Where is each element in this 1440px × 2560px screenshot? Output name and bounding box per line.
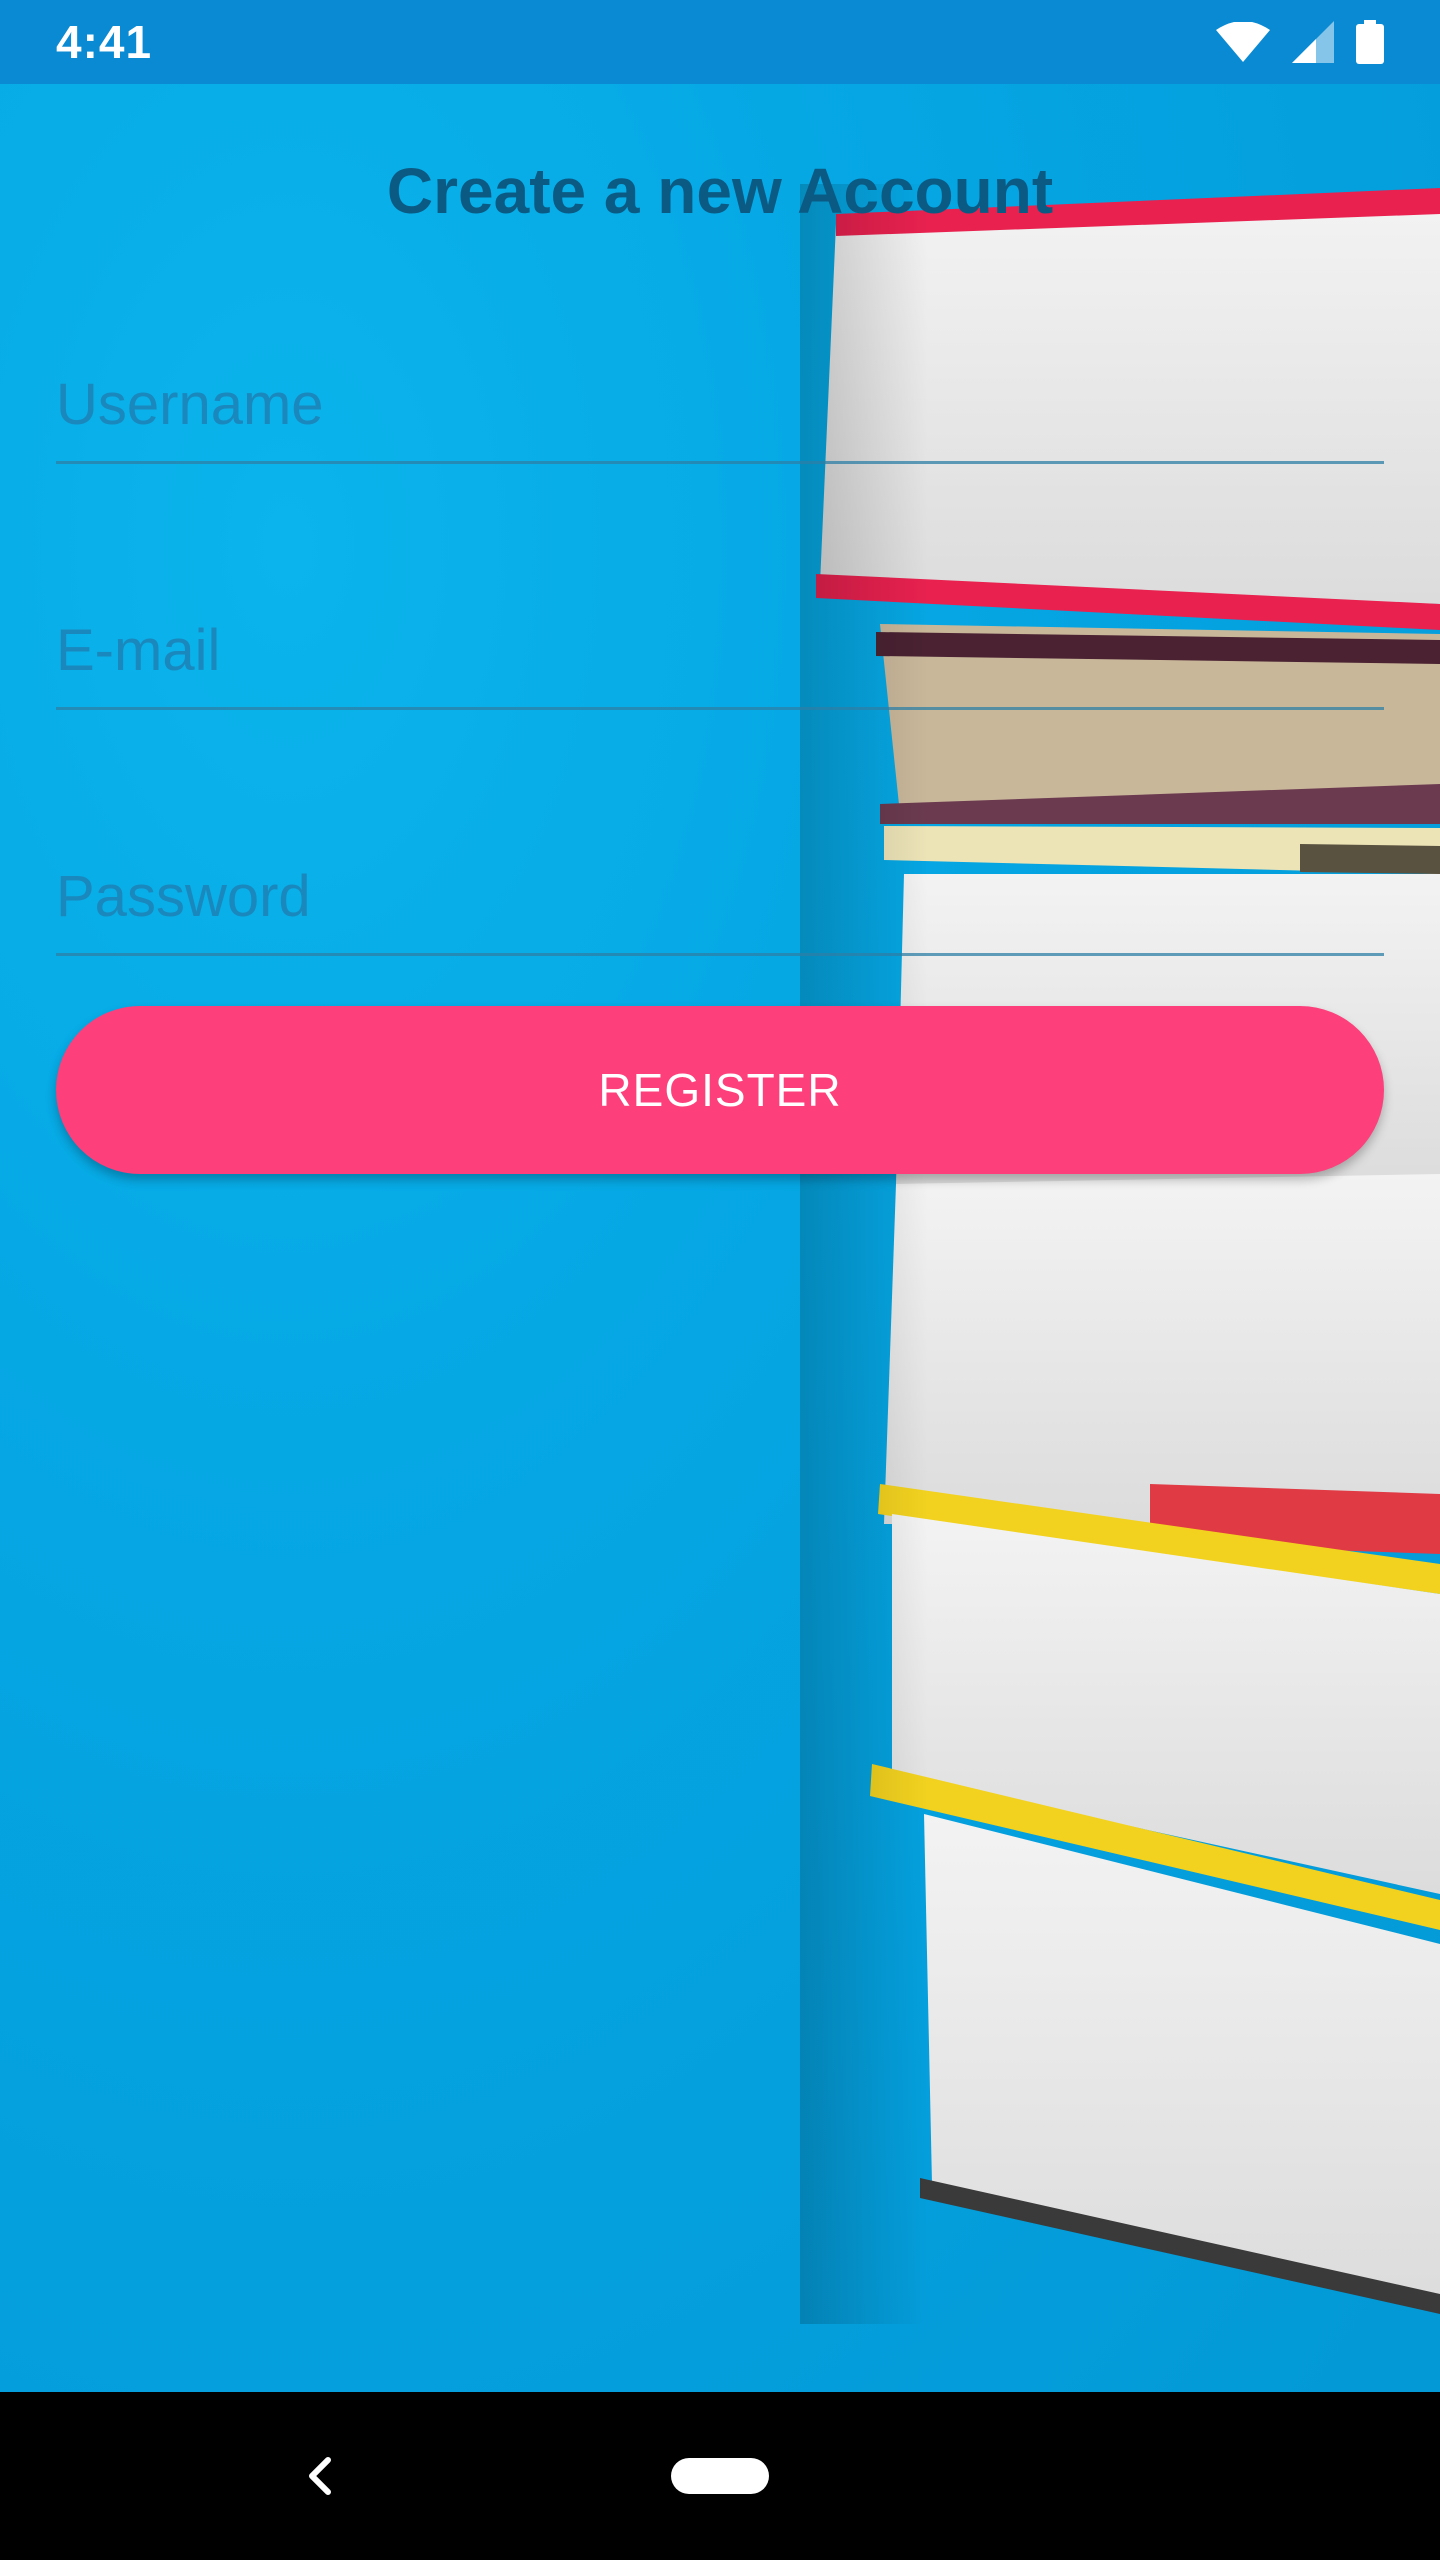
register-button[interactable]: REGISTER — [56, 1006, 1384, 1174]
home-pill-icon[interactable] — [671, 2458, 769, 2494]
navigation-bar — [0, 2392, 1440, 2560]
page-title: Create a new Account — [386, 155, 1054, 227]
email-input[interactable] — [56, 580, 1384, 710]
status-time: 4:41 — [56, 16, 153, 68]
username-field[interactable] — [56, 334, 1384, 464]
status-icons — [1216, 20, 1384, 64]
email-underline — [56, 707, 1384, 710]
back-icon[interactable] — [290, 2446, 350, 2506]
password-field[interactable] — [56, 826, 1384, 956]
wifi-icon — [1216, 22, 1270, 62]
email-field[interactable] — [56, 580, 1384, 710]
username-input[interactable] — [56, 334, 1384, 464]
username-underline — [56, 461, 1384, 464]
cell-signal-icon — [1292, 21, 1334, 63]
password-input[interactable] — [56, 826, 1384, 956]
password-underline — [56, 953, 1384, 956]
status-bar: 4:41 — [0, 0, 1440, 84]
battery-icon — [1356, 20, 1384, 64]
